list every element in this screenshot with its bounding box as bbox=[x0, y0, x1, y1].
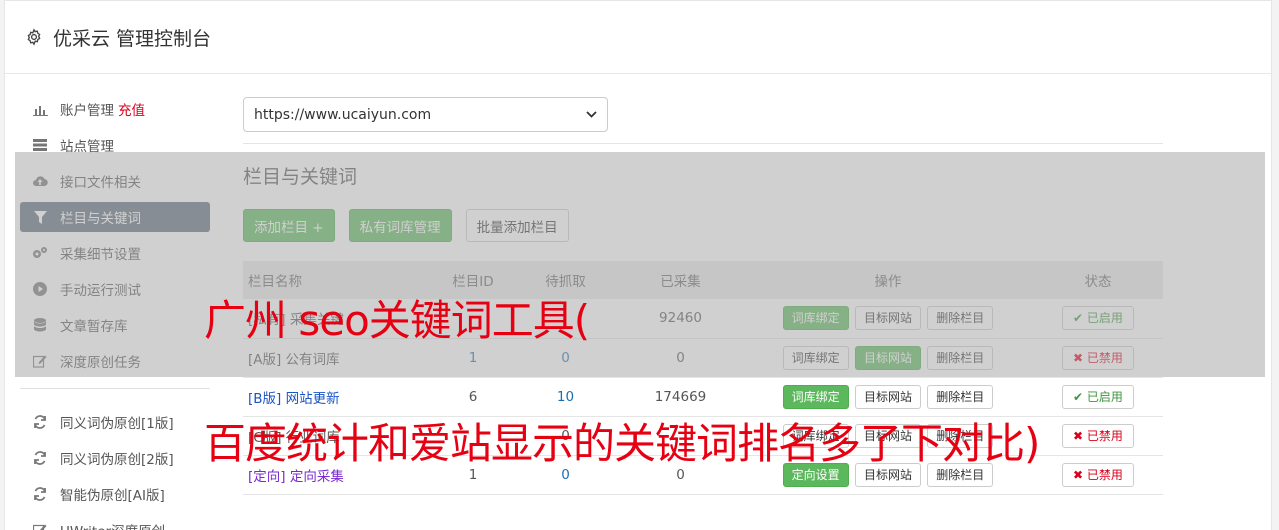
sidebar-item-label: UWriter深度原创 bbox=[60, 520, 165, 530]
sidebar-item-label: 接口文件相关 bbox=[60, 175, 141, 191]
site-select-value: https://www.ucaiyun.com bbox=[254, 106, 432, 123]
status-enabled-button[interactable]: ✔ 已启用 bbox=[1062, 384, 1134, 409]
col-header-collected: 已采集 bbox=[618, 261, 743, 299]
section-title: 栏目与关键词 bbox=[243, 166, 358, 188]
status-disabled-button[interactable]: ✖ 已禁用 bbox=[1062, 345, 1134, 370]
col-header-actions: 操作 bbox=[743, 261, 1033, 299]
check-icon: ✔ bbox=[1073, 389, 1087, 404]
row-actions: 词库绑定 目标网站 删除栏目 bbox=[743, 338, 1033, 378]
status-badge: 已启用 bbox=[1086, 389, 1123, 404]
chevron-down-icon bbox=[586, 108, 597, 121]
sidebar-item-sites[interactable]: 站点管理 bbox=[20, 130, 210, 160]
sidebar-item-interface[interactable]: 接口文件相关 bbox=[20, 166, 210, 196]
status-badge: 已禁用 bbox=[1086, 428, 1123, 443]
status-badge: 已启用 bbox=[1086, 311, 1123, 326]
status-disabled-button[interactable]: ✖ 已禁用 bbox=[1062, 462, 1134, 487]
refresh-icon bbox=[32, 414, 48, 430]
sidebar-item-label: 手动运行测试 bbox=[60, 283, 141, 299]
batch-add-button[interactable]: 批量添加栏目 bbox=[465, 209, 569, 242]
sidebar-item-uwriter[interactable]: UWriter深度原创 bbox=[20, 515, 210, 530]
console-header: 优采云 管理控制台 bbox=[5, 1, 1271, 74]
content-divider bbox=[243, 143, 1163, 144]
sidebar-item-label: 智能伪原创[AI版] bbox=[60, 488, 165, 504]
database-icon bbox=[32, 317, 48, 333]
add-column-button[interactable]: 添加栏目 + bbox=[243, 209, 335, 242]
status-disabled-button[interactable]: ✖ 已禁用 bbox=[1062, 423, 1134, 448]
close-icon: ✖ bbox=[1073, 350, 1087, 365]
status-enabled-button[interactable]: ✔ 已启用 bbox=[1062, 306, 1134, 331]
sidebar-item-label: 站点管理 bbox=[60, 139, 114, 155]
row-actions: 词库绑定 目标网站 删除栏目 bbox=[743, 299, 1033, 339]
target-site-button[interactable]: 目标网站 bbox=[854, 384, 921, 409]
delete-column-button[interactable]: 删除栏目 bbox=[927, 384, 994, 409]
cloud-upload-icon bbox=[32, 173, 48, 189]
filter-icon bbox=[32, 209, 48, 225]
row-status: ✖ 已禁用 bbox=[1033, 416, 1163, 456]
sidebar-item-label: 文章暂存库 bbox=[60, 319, 128, 335]
status-badge: 已禁用 bbox=[1086, 350, 1123, 365]
server-icon bbox=[32, 137, 48, 153]
sidebar-item-label: 栏目与关键词 bbox=[60, 211, 141, 227]
row-status: ✖ 已禁用 bbox=[1033, 338, 1163, 378]
row-status: ✔ 已启用 bbox=[1033, 377, 1163, 417]
edit-icon bbox=[32, 522, 48, 530]
bar-chart-icon bbox=[32, 101, 48, 117]
bind-lib-button[interactable]: 词库绑定 bbox=[782, 384, 849, 409]
refresh-icon bbox=[32, 486, 48, 502]
close-icon: ✖ bbox=[1073, 428, 1087, 443]
delete-column-button[interactable]: 删除栏目 bbox=[927, 306, 994, 331]
sidebar-item-synonym-v1[interactable]: 同义词伪原创[1版] bbox=[20, 407, 210, 437]
row-collected: 92460 bbox=[618, 299, 743, 339]
refresh-icon bbox=[32, 450, 48, 466]
sidebar-item-article-store[interactable]: 文章暂存库 bbox=[20, 310, 210, 340]
gear-icon bbox=[27, 28, 41, 46]
row-status: ✖ 已禁用 bbox=[1033, 455, 1163, 495]
delete-column-button[interactable]: 删除栏目 bbox=[927, 345, 994, 370]
sidebar-item-deep-original[interactable]: 深度原创任务 bbox=[20, 346, 210, 376]
sidebar-item-label: 账户管理 bbox=[60, 103, 114, 119]
bind-lib-button[interactable]: 词库绑定 bbox=[782, 306, 849, 331]
row-collected: 0 bbox=[618, 338, 743, 378]
sidebar-item-label: 采集细节设置 bbox=[60, 247, 141, 263]
target-site-button[interactable]: 目标网站 bbox=[854, 345, 921, 370]
status-badge: 已禁用 bbox=[1086, 467, 1123, 482]
sidebar-item-label: 深度原创任务 bbox=[60, 355, 141, 371]
sidebar-item-synonym-v2[interactable]: 同义词伪原创[2版] bbox=[20, 443, 210, 473]
cogs-icon bbox=[32, 245, 48, 261]
sidebar-item-ai-rewrite[interactable]: 智能伪原创[AI版] bbox=[20, 479, 210, 509]
bind-lib-button[interactable]: 词库绑定 bbox=[782, 345, 849, 370]
recharge-link[interactable]: 充值 bbox=[118, 99, 145, 119]
row-status: ✔ 已启用 bbox=[1033, 299, 1163, 339]
sidebar-item-label: 同义词伪原创[2版] bbox=[60, 452, 174, 468]
col-header-status: 状态 bbox=[1033, 261, 1163, 299]
overlay-caption-line2: 百度统计和爱站显示的关键词排名多了下对比) bbox=[204, 419, 1040, 468]
action-buttons: 添加栏目 + 私有词库管理 批量添加栏目 bbox=[243, 209, 1163, 242]
target-site-button[interactable]: 目标网站 bbox=[854, 306, 921, 331]
sidebar-item-account[interactable]: 账户管理 充值 bbox=[20, 94, 210, 124]
overlay-caption-line1: 广州 seo关键词工具( bbox=[204, 296, 590, 345]
close-icon: ✖ bbox=[1073, 467, 1087, 482]
sidebar-divider bbox=[20, 388, 210, 389]
site-select[interactable]: https://www.ucaiyun.com bbox=[243, 97, 608, 132]
sidebar-item-manual-run[interactable]: 手动运行测试 bbox=[20, 274, 210, 304]
check-icon: ✔ bbox=[1073, 311, 1087, 326]
play-circle-icon bbox=[32, 281, 48, 297]
sidebar-item-columns-keywords[interactable]: 栏目与关键词 bbox=[20, 202, 210, 232]
sidebar: 账户管理 充值 站点管理 接口文件相关 栏目与关键词 采集细节设置 手动运行测试 bbox=[20, 94, 210, 530]
private-lib-button[interactable]: 私有词库管理 bbox=[348, 209, 452, 242]
page-title: 优采云 管理控制台 bbox=[53, 27, 212, 50]
sidebar-item-label: 同义词伪原创[1版] bbox=[60, 416, 174, 432]
edit-icon bbox=[32, 353, 48, 369]
sidebar-item-collect-settings[interactable]: 采集细节设置 bbox=[20, 238, 210, 268]
